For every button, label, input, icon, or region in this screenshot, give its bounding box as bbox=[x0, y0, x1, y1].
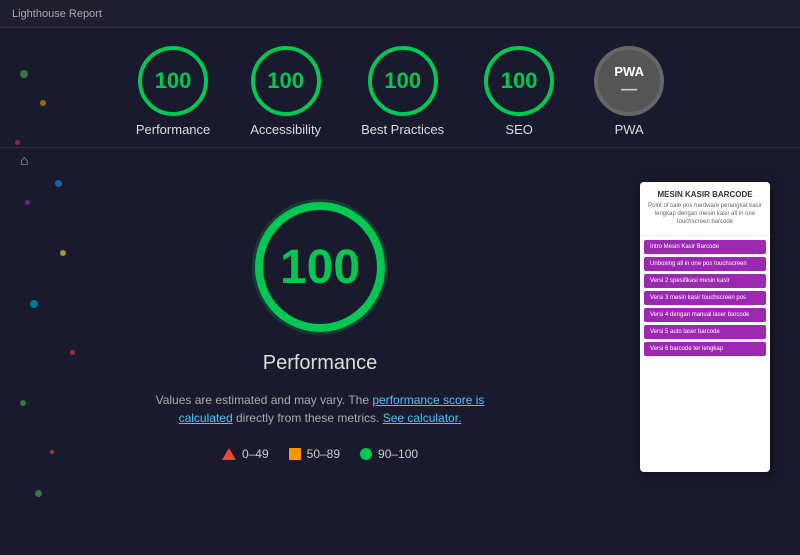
score-circle-best-practices: 100 bbox=[368, 46, 438, 116]
phone-menu-item-6: Versi 6 barcode ter lengkap bbox=[644, 342, 766, 356]
score-label-seo: SEO bbox=[505, 122, 532, 137]
description-text: Values are estimated and may vary. The p… bbox=[130, 391, 510, 427]
phone-menu-item-1: Unboxing all in one pos touchscreen bbox=[644, 257, 766, 271]
legend-range-green: 90–100 bbox=[378, 447, 418, 461]
score-item-pwa: PWA — PWA bbox=[594, 46, 664, 137]
phone-menu-item-2: Versi 2 spesifikasi mesin kasir bbox=[644, 274, 766, 288]
phone-title: MESIN KASIR BARCODE bbox=[648, 190, 762, 200]
icon-row: ⌂ bbox=[0, 148, 800, 172]
scores-section: 100 Performance 100 Accessibility 100 Be… bbox=[0, 28, 800, 148]
phone-header: MESIN KASIR BARCODE Point of sale pos ha… bbox=[640, 182, 770, 236]
big-score-circle: 100 bbox=[255, 202, 385, 332]
big-score-label: Performance bbox=[263, 352, 378, 375]
big-score-value: 100 bbox=[280, 240, 360, 295]
score-label-accessibility: Accessibility bbox=[250, 122, 321, 137]
legend-row: 0–49 50–89 90–100 bbox=[222, 447, 418, 461]
phone-subtitle: Point of sale pos hardware perangkat kas… bbox=[648, 203, 762, 226]
score-circle-pwa: PWA — bbox=[594, 46, 664, 116]
phone-menu-item-3: Versi 3 mesin kasir touchscreen pos bbox=[644, 291, 766, 305]
legend-item-orange: 50–89 bbox=[289, 447, 340, 461]
score-label-pwa: PWA bbox=[615, 122, 644, 137]
left-panel: 100 Performance Values are estimated and… bbox=[20, 182, 620, 472]
legend-item-green: 90–100 bbox=[360, 447, 418, 461]
legend-dot-orange bbox=[289, 448, 301, 460]
score-value-seo: 100 bbox=[501, 68, 538, 94]
legend-dot-red bbox=[222, 448, 236, 460]
phone-menu: Intro Mesin Kasir Barcode Unboxing all i… bbox=[640, 236, 770, 360]
phone-menu-item-4: Versi 4 dengan manual laser barcode bbox=[644, 308, 766, 322]
legend-dot-green bbox=[360, 448, 372, 460]
score-circle-accessibility: 100 bbox=[251, 46, 321, 116]
top-bar: Lighthouse Report bbox=[0, 0, 800, 28]
phone-mockup: MESIN KASIR BARCODE Point of sale pos ha… bbox=[640, 182, 770, 472]
score-value-best-practices: 100 bbox=[384, 68, 421, 94]
score-circle-seo: 100 bbox=[484, 46, 554, 116]
calculator-link[interactable]: See calculator. bbox=[383, 411, 462, 425]
description-pre: Values are estimated and may vary. The bbox=[156, 393, 373, 407]
top-bar-title: Lighthouse Report bbox=[12, 8, 102, 20]
score-value-pwa: PWA bbox=[614, 64, 644, 79]
legend-range-red: 0–49 bbox=[242, 447, 269, 461]
score-item-seo: 100 SEO bbox=[484, 46, 554, 137]
score-item-accessibility: 100 Accessibility bbox=[250, 46, 321, 137]
phone-menu-item-5: Versi 5 auto laser barcode bbox=[644, 325, 766, 339]
home-icon: ⌂ bbox=[20, 152, 28, 168]
score-value-accessibility: 100 bbox=[267, 68, 304, 94]
score-label-performance: Performance bbox=[136, 122, 210, 137]
right-panel: MESIN KASIR BARCODE Point of sale pos ha… bbox=[640, 182, 780, 472]
legend-range-orange: 50–89 bbox=[307, 447, 340, 461]
score-value-performance: 100 bbox=[155, 68, 192, 94]
main-content: 100 Performance Values are estimated and… bbox=[0, 172, 800, 482]
score-item-performance: 100 Performance bbox=[136, 46, 210, 137]
description-mid: directly from these metrics. bbox=[233, 411, 383, 425]
score-item-best-practices: 100 Best Practices bbox=[361, 46, 444, 137]
score-label-best-practices: Best Practices bbox=[361, 122, 444, 137]
score-circle-performance: 100 bbox=[138, 46, 208, 116]
phone-menu-item-0: Intro Mesin Kasir Barcode bbox=[644, 240, 766, 254]
legend-item-red: 0–49 bbox=[222, 447, 269, 461]
